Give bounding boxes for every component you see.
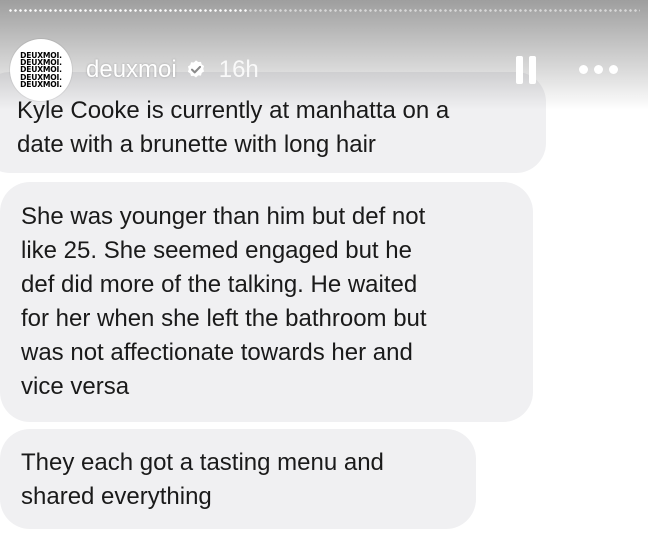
post-time: 16h	[218, 56, 259, 83]
story-header: DEUXMOI. DEUXMOI. DEUXMOI. DEUXMOI. DEUX…	[10, 39, 638, 101]
pause-icon[interactable]	[516, 56, 538, 84]
story-progress-bar	[8, 9, 640, 12]
verified-badge-icon	[185, 59, 207, 81]
story-viewer: Kyle Cooke is currently at manhatta on a…	[0, 0, 648, 537]
message-text: Kyle Cooke is currently at manhatta on a…	[17, 97, 450, 158]
progress-completed	[8, 9, 248, 12]
more-icon[interactable]	[579, 65, 618, 74]
message-text: They each got a tasting menu and shared …	[21, 449, 384, 510]
message-text: She was younger than him but def not lik…	[21, 203, 427, 400]
avatar-text: DEUXMOI.	[20, 79, 62, 89]
avatar[interactable]: DEUXMOI. DEUXMOI. DEUXMOI. DEUXMOI. DEUX…	[10, 39, 72, 101]
message-bubble: She was younger than him but def not lik…	[0, 182, 533, 422]
message-bubble: They each got a tasting menu and shared …	[0, 429, 476, 529]
username[interactable]: deuxmoi	[86, 56, 177, 84]
progress-remaining	[248, 9, 640, 12]
